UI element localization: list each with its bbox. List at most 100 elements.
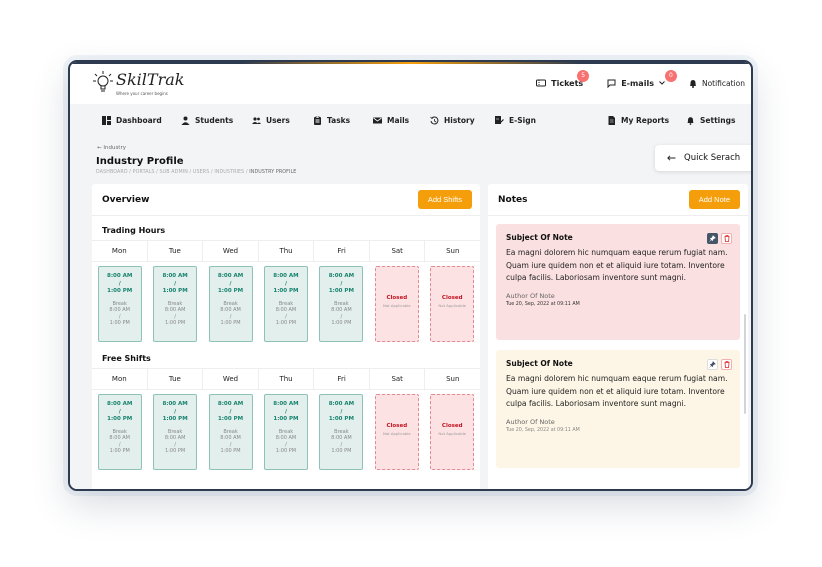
closed-day-card[interactable]: Closed Not Applicable [374,394,419,470]
break-end: 1:00 PM [165,320,186,326]
note-subject: Subject Of Note [506,233,573,242]
notification-button[interactable]: Notification [689,79,745,88]
logo[interactable]: SkilTrak Where your career begins [92,70,184,96]
day-header: Sat [370,241,426,261]
quick-search-button[interactable]: Quick Serach [655,145,751,171]
day-header: Thu [259,369,315,389]
closed-label: Closed [441,295,463,301]
add-note-button[interactable]: Add Note [688,190,740,209]
shift-card[interactable]: 8:00 AM / 1:00 PM Break 8:00 AM / 1:00 P… [319,394,364,470]
shift-end: 1:00 PM [217,416,244,422]
shift-separator: / [284,280,287,287]
shift-start: 8:00 AM [162,401,188,407]
nav-mails[interactable]: Mails [373,116,409,125]
nav-students[interactable]: Students [181,116,233,125]
nav-history[interactable]: History [430,116,475,125]
trading-hours-row: 8:00 AM / 1:00 PM Break 8:00 AM / 1:00 P… [92,262,480,348]
notes-panel: Notes Add Note Subject Of Note Ea magni … [488,184,748,489]
break-end: 1:00 PM [275,320,297,326]
shift-card[interactable]: 8:00 AM / 1:00 PM Break 8:00 AM / 1:00 P… [153,394,198,470]
breadcrumb-item[interactable]: INDUSTRIES [214,170,244,175]
pin-note-button[interactable] [707,233,718,244]
delete-note-button[interactable] [721,233,732,244]
note-card[interactable]: Subject Of Note Ea magni dolorem hic num… [496,224,740,340]
closed-day-card[interactable]: Closed Not Applicable [430,394,475,470]
closed-day-card[interactable]: Closed Not Applicable [374,266,419,342]
breadcrumb-item[interactable]: SUB ADMIN [160,170,188,175]
nav-tasks[interactable]: Tasks [313,116,350,125]
tickets-button[interactable]: Tickets 5 [536,69,590,88]
shift-end: 1:00 PM [162,288,188,294]
emails-button[interactable]: E-mails 0 [607,69,677,88]
note-subject: Subject Of Note [506,359,573,368]
nav-tasks-label: Tasks [327,116,351,125]
quick-search-label: Quick Serach [684,153,741,163]
not-applicable-label: Not Applicable [383,431,411,436]
shift-start: 8:00 AM [273,273,299,279]
free-shifts-days-header: Mon Tue Wed Thu Fri Sat Sun [92,368,480,390]
pin-icon [709,235,716,242]
shift-card[interactable]: 8:00 AM / 1:00 PM Break 8:00 AM / 1:00 P… [97,266,142,342]
pin-note-button[interactable] [707,359,718,370]
nav-my-reports-label: My Reports [621,116,670,125]
shift-end: 1:00 PM [273,288,299,294]
day-header: Thu [259,241,315,261]
breadcrumb: DASHBOARD / PORTALS / SUB ADMIN / USERS … [96,170,297,175]
shift-card[interactable]: 8:00 AM / 1:00 PM Break 8:00 AM / 1:00 P… [263,266,308,342]
back-link-label: Industry [103,145,126,151]
closed-label: Closed [441,423,463,429]
notes-scrollbar[interactable] [744,314,746,414]
nav-dashboard[interactable]: Dashboard [102,116,162,125]
history-icon [430,116,439,125]
student-icon [181,116,190,125]
shift-card[interactable]: 8:00 AM / 1:00 PM Break 8:00 AM / 1:00 P… [97,394,142,470]
shift-start: 8:00 AM [107,273,133,279]
shift-card[interactable]: 8:00 AM / 1:00 PM Break 8:00 AM / 1:00 P… [319,266,364,342]
shift-separator: / [340,280,343,287]
bell-icon [689,79,696,88]
nav-settings-label: Settings [700,116,736,125]
shift-card[interactable]: 8:00 AM / 1:00 PM Break 8:00 AM / 1:00 P… [208,266,253,342]
shift-separator: / [229,280,232,287]
notification-label: Notification [701,78,745,88]
emails-count-badge: 0 [664,69,677,82]
nav-my-reports[interactable]: My Reports [607,116,669,125]
back-link[interactable]: ← Industry [97,145,126,151]
breadcrumb-item[interactable]: PORTALS [133,170,155,175]
day-header: Fri [314,241,370,261]
breadcrumb-item[interactable]: DASHBOARD [96,170,128,175]
shift-card[interactable]: 8:00 AM / 1:00 PM Break 8:00 AM / 1:00 P… [263,394,308,470]
day-header: Mon [92,369,148,389]
trash-icon [724,235,729,242]
closed-label: Closed [386,295,408,301]
add-shifts-button[interactable]: Add Shifts [417,190,472,209]
shift-start: 8:00 AM [217,401,244,407]
delete-note-button[interactable] [721,359,732,370]
breadcrumb-item[interactable]: USERS [193,170,209,175]
nav-settings[interactable]: Settings [686,116,735,125]
day-header: Tue [148,369,204,389]
closed-day-card[interactable]: Closed Not Applicable [430,266,475,342]
nav-users[interactable]: Users [252,116,290,125]
shift-end: 1:00 PM [273,416,299,422]
note-body: Ea magni dolorem hic numquam eaque rerum… [506,248,728,282]
nav-mails-label: Mails [387,116,410,125]
nav-esign[interactable]: E-Sign [495,116,536,125]
not-applicable-label: Not Applicable [438,303,467,308]
shift-separator: / [340,408,343,415]
shift-card[interactable]: 8:00 AM / 1:00 PM Break 8:00 AM / 1:00 P… [208,394,253,470]
shift-separator: / [174,408,177,415]
shift-separator: / [118,280,121,287]
notes-title: Notes [498,194,528,205]
shift-card[interactable]: 8:00 AM / 1:00 PM Break 8:00 AM / 1:00 P… [153,266,198,342]
break-end: 1:00 PM [331,448,352,454]
break-end: 1:00 PM [109,448,130,454]
note-card[interactable]: Subject Of Note Ea magni dolorem hic num… [496,350,740,468]
day-header: Wed [203,241,259,261]
clipboard-icon [314,116,321,125]
trash-icon [724,361,729,368]
nav-esign-label: E-Sign [509,116,536,125]
top-bar: SkilTrak Where your career begins Ticket… [70,62,751,104]
main-nav: Dashboard Students Users Tasks Mails His… [70,104,751,142]
mail-icon [373,117,382,124]
